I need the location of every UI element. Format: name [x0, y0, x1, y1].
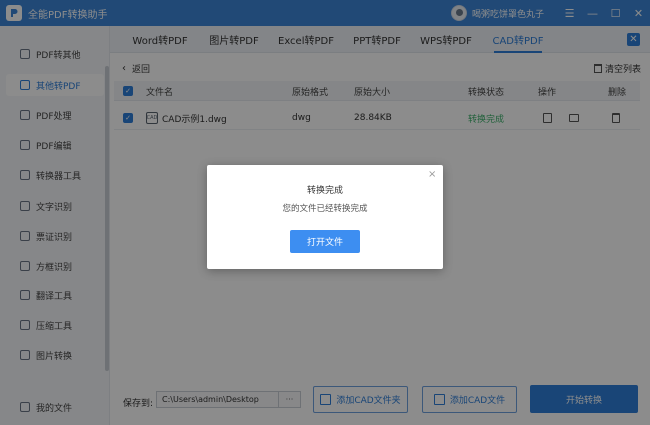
dialog-close-icon[interactable]: ×: [428, 169, 436, 180]
conversion-complete-dialog: × 转换完成 您的文件已经转换完成 打开文件: [207, 165, 443, 269]
open-file-button[interactable]: 打开文件: [290, 230, 360, 253]
dialog-message: 您的文件已经转换完成: [282, 204, 368, 214]
dialog-title: 转换完成: [306, 186, 343, 196]
